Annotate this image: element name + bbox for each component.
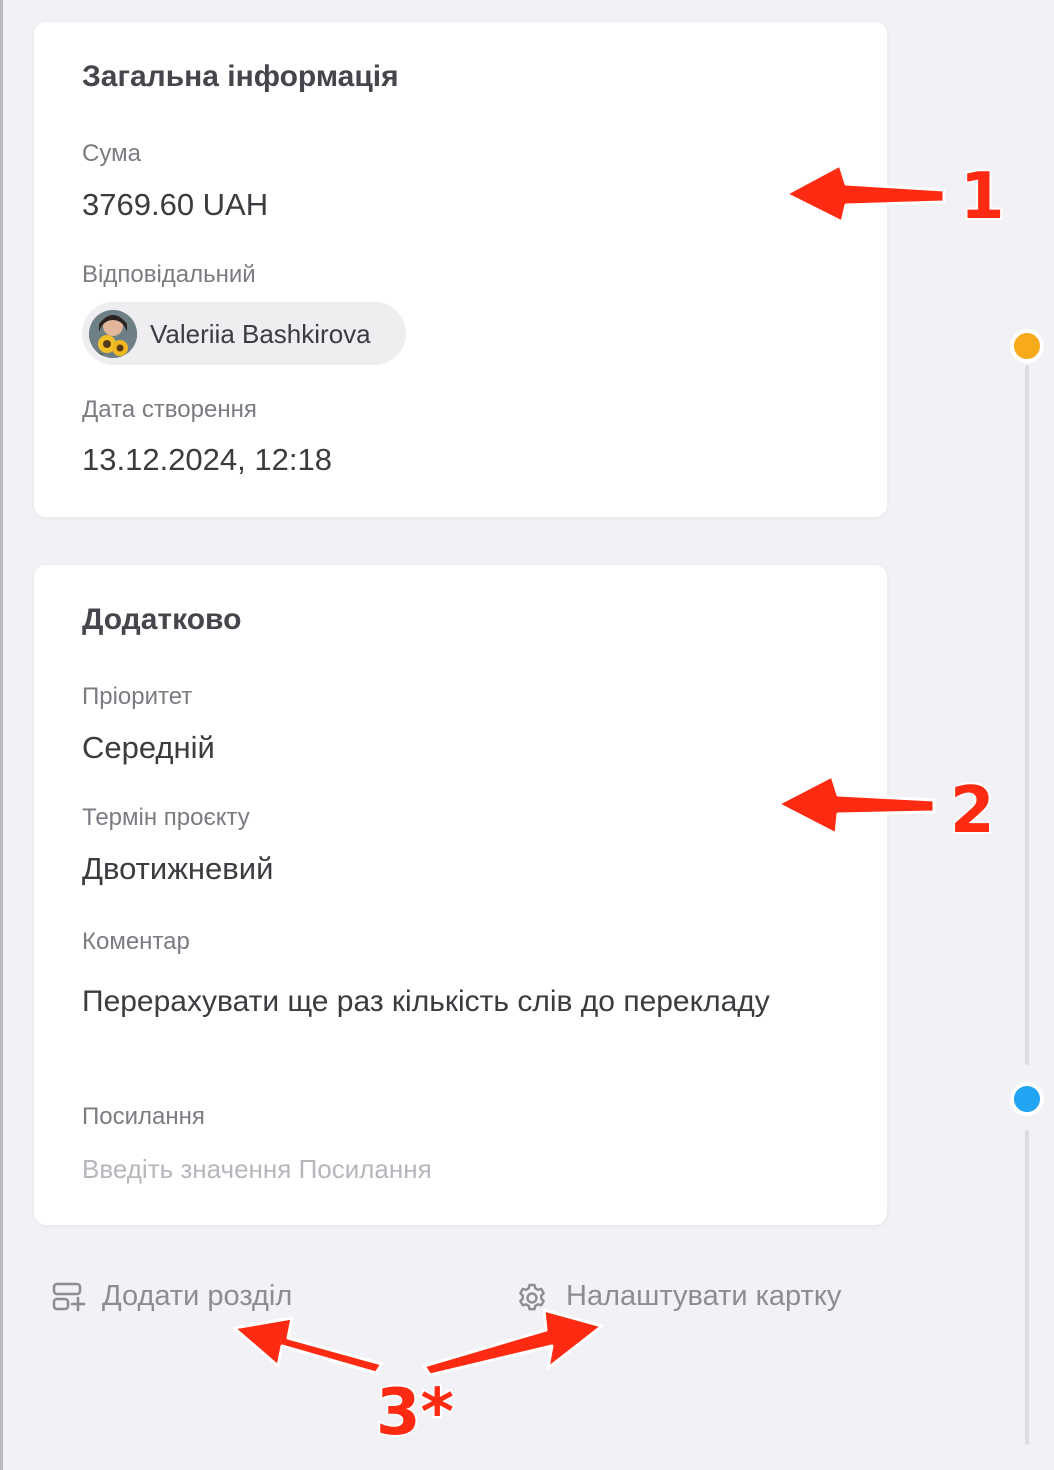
add-section-label: Додати розділ	[102, 1280, 293, 1312]
comment-value[interactable]: Перерахувати ще раз кількість слів до пе…	[82, 978, 802, 1026]
additional-info-title: Додатково	[82, 603, 242, 636]
priority-value[interactable]: Середній	[82, 730, 215, 766]
general-info-title: Загальна інформація	[82, 60, 399, 93]
comment-label: Коментар	[82, 928, 190, 955]
created-date-label: Дата створення	[82, 396, 257, 423]
marker-2: 2	[950, 774, 995, 848]
responsible-label: Відповідальний	[82, 261, 256, 288]
link-label: Посилання	[82, 1103, 205, 1130]
customize-card-button[interactable]: Налаштувати картку	[516, 1278, 866, 1318]
timeline-stage-dot[interactable]	[1010, 329, 1044, 363]
additional-info-card: Додатково Пріоритет Середній Термін проє…	[34, 565, 887, 1225]
amount-label: Сума	[82, 140, 141, 167]
priority-label: Пріоритет	[82, 683, 193, 710]
add-section-button[interactable]: Додати розділ	[52, 1278, 322, 1318]
project-term-label: Термін проєкту	[82, 804, 250, 831]
marker-1: 1	[960, 160, 1005, 234]
amount-value[interactable]: 3769.60 UAH	[82, 187, 268, 223]
avatar	[89, 310, 137, 358]
customize-card-label: Налаштувати картку	[566, 1280, 842, 1312]
timeline-line	[1025, 1130, 1029, 1445]
add-section-icon	[52, 1282, 86, 1312]
responsible-user-name: Valeriia Bashkirova	[150, 319, 371, 349]
created-date-value: 13.12.2024, 12:18	[82, 442, 332, 477]
arrow-3a-icon	[232, 1316, 384, 1375]
responsible-user-chip[interactable]: Valeriia Bashkirova	[82, 302, 406, 365]
general-info-card: Загальна інформація Сума 3769.60 UAH Від…	[34, 22, 887, 517]
project-term-value[interactable]: Двотижневий	[82, 851, 273, 887]
timeline-stage-dot[interactable]	[1010, 1082, 1044, 1116]
gear-icon	[519, 1283, 545, 1311]
left-panel-edge	[0, 0, 3, 1470]
timeline-line	[1025, 365, 1029, 1065]
link-input[interactable]: Введіть значення Посилання	[82, 1154, 432, 1185]
marker-3: 3*	[376, 1376, 454, 1450]
arrow-3b-icon	[422, 1308, 604, 1377]
